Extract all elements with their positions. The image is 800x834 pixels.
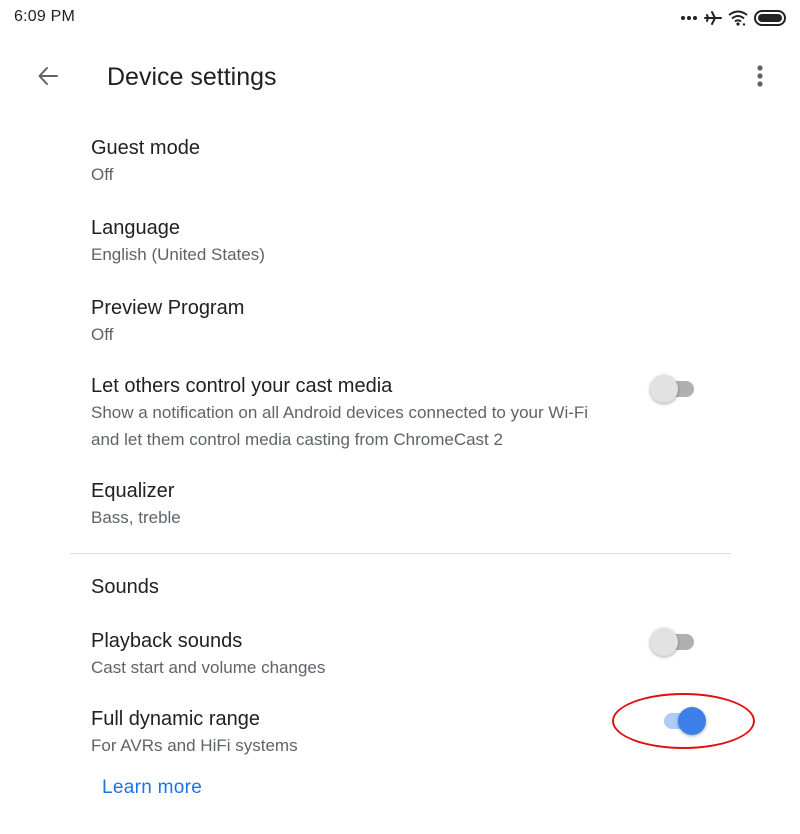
wifi-icon	[728, 10, 748, 26]
setting-summary: For AVRs and HiFi systems	[91, 736, 298, 755]
status-time: 6:09 PM	[14, 8, 75, 25]
playback-sounds-toggle[interactable]	[650, 626, 698, 656]
learn-more-link[interactable]: Learn more	[102, 777, 202, 799]
setting-summary: English (United States)	[91, 245, 265, 264]
section-header-sounds: Sounds	[91, 576, 159, 598]
setting-summary: Off	[91, 325, 114, 344]
app-bar: Device settings	[0, 50, 800, 106]
status-bar: 6:09 PM	[0, 0, 800, 36]
let-others-control-toggle[interactable]	[650, 373, 698, 403]
setting-summary: Bass, treble	[91, 508, 181, 527]
full-dynamic-range-toggle[interactable]	[656, 705, 706, 735]
setting-equalizer[interactable]: Equalizer Bass, treble	[91, 478, 651, 531]
setting-preview-program[interactable]: Preview Program Off	[91, 295, 651, 348]
setting-title: Full dynamic range	[91, 708, 260, 730]
airplane-mode-icon	[704, 10, 722, 26]
setting-summary: Cast start and volume changes	[91, 658, 326, 677]
setting-summary: Off	[91, 165, 114, 184]
more-notifications-icon	[680, 15, 698, 21]
page-title: Device settings	[107, 63, 277, 91]
setting-title: Language	[91, 217, 180, 239]
more-vert-icon	[756, 64, 764, 93]
setting-title: Equalizer	[91, 480, 175, 502]
section-divider	[70, 553, 731, 554]
setting-title: Let others control your cast media	[91, 375, 393, 397]
setting-summary-line-1: Show a notification on all Android devic…	[91, 403, 589, 422]
setting-playback-sounds[interactable]: Playback sounds Cast start and volume ch…	[91, 628, 651, 681]
arrow-back-icon	[36, 64, 60, 93]
setting-summary-line-2: and let them control media casting from …	[91, 430, 503, 449]
battery-icon	[754, 10, 786, 26]
setting-title: Guest mode	[91, 137, 200, 159]
status-icons	[680, 8, 786, 28]
toggle-thumb	[650, 375, 678, 403]
setting-title: Playback sounds	[91, 630, 243, 652]
setting-let-others-control[interactable]: Let others control your cast media Show …	[91, 373, 651, 453]
toggle-thumb	[650, 628, 678, 656]
setting-language[interactable]: Language English (United States)	[91, 215, 651, 268]
toggle-thumb	[678, 707, 706, 735]
setting-title: Preview Program	[91, 297, 245, 319]
setting-full-dynamic-range[interactable]: Full dynamic range For AVRs and HiFi sys…	[91, 706, 651, 759]
setting-guest-mode[interactable]: Guest mode Off	[91, 135, 651, 188]
overflow-menu-button[interactable]	[744, 60, 776, 96]
back-button[interactable]	[28, 60, 68, 96]
